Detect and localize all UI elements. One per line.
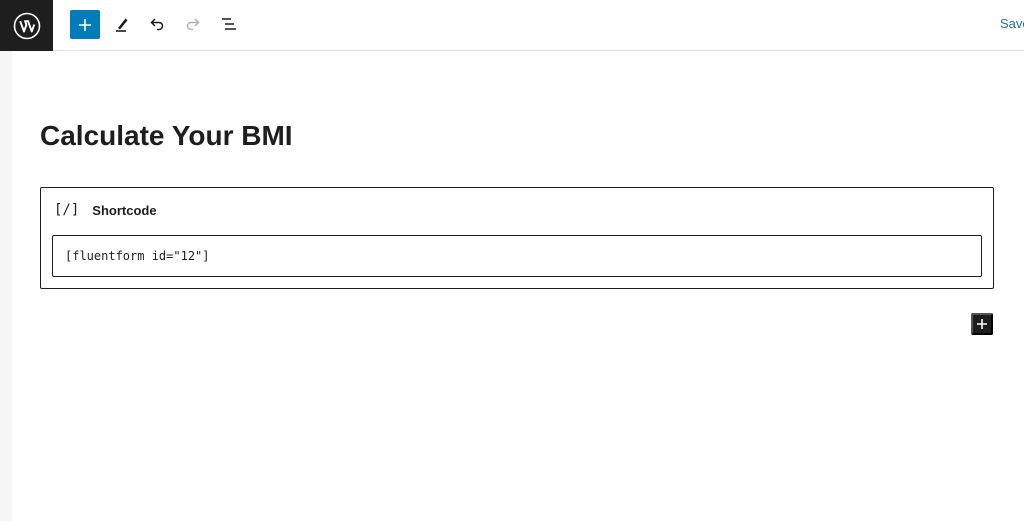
pencil-icon [116, 18, 128, 32]
undo-button[interactable] [142, 9, 172, 39]
block-label: Shortcode [92, 202, 157, 218]
add-block-button[interactable] [971, 313, 993, 335]
editor-toolbar: Save [0, 0, 1024, 51]
block-inserter-button[interactable] [70, 10, 100, 39]
plus-icon [79, 18, 91, 31]
redo-icon [186, 18, 200, 31]
list-view-button[interactable] [214, 9, 244, 39]
redo-button[interactable] [178, 9, 208, 39]
shortcode-block[interactable]: [/] Shortcode [fluentform id="12"] [40, 187, 994, 289]
plus-icon [977, 319, 987, 329]
shortcode-input[interactable]: [fluentform id="12"] [52, 235, 982, 277]
undo-icon [150, 18, 164, 31]
block-header: [/] Shortcode [54, 202, 157, 218]
wordpress-logo-icon [13, 12, 40, 39]
canvas-edge [0, 51, 12, 521]
tools-button[interactable] [107, 9, 137, 39]
shortcode-icon: [/] [54, 202, 80, 218]
post-title[interactable]: Calculate Your BMI [40, 120, 293, 152]
save-draft-button[interactable]: Save [1000, 16, 1024, 31]
wordpress-logo-button[interactable] [0, 0, 53, 51]
list-view-icon [222, 18, 236, 30]
